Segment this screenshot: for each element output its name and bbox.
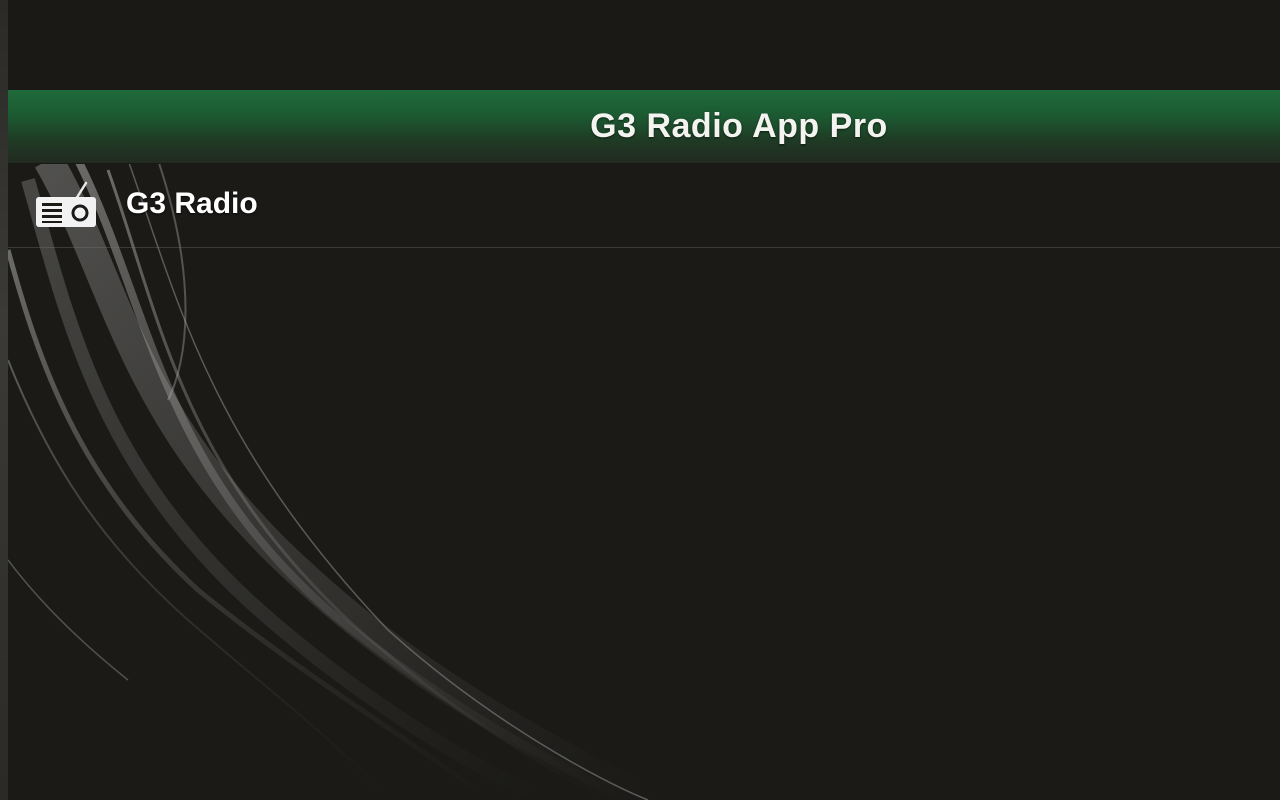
title-bar: G3 Radio App Pro [8, 90, 1280, 164]
status-area [8, 0, 1280, 90]
left-edge [0, 0, 8, 800]
list-item-label: G3 Radio [126, 187, 258, 220]
app-title: G3 Radio App Pro [590, 107, 888, 145]
app-screen: G3 Radio App Pro G3 Radio [0, 0, 1280, 800]
list-item-g3-radio[interactable]: G3 Radio [8, 163, 1280, 248]
radio-icon [36, 181, 96, 227]
background-swirl [8, 160, 655, 800]
station-list: G3 Radio [8, 163, 1280, 248]
